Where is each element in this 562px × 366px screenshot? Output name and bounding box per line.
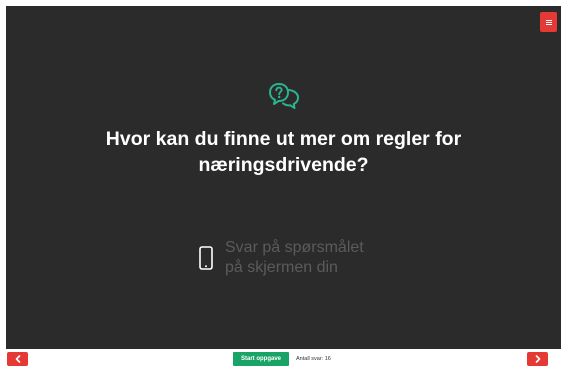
question-line-2: næringsdrivende? <box>198 154 369 176</box>
speech-bubbles-question-icon <box>6 82 561 110</box>
answer-hint-text: Svar på spørsmålet på skjermen din <box>225 238 364 278</box>
answer-hint-line-2: på skjermen din <box>225 259 338 276</box>
menu-button[interactable] <box>540 12 557 32</box>
start-task-button[interactable]: Start oppgave <box>233 352 289 366</box>
smartphone-icon <box>199 245 213 275</box>
question-line-1: Hvor kan du finne ut mer om regler for <box>105 128 462 150</box>
next-slide-button[interactable] <box>527 352 548 366</box>
answer-hint: Svar på spørsmålet på skjermen din <box>199 238 364 278</box>
previous-slide-button[interactable] <box>7 352 28 366</box>
chevron-left-icon <box>15 355 20 363</box>
hamburger-menu-icon <box>545 19 552 25</box>
presentation-slide: Hvor kan du finne ut mer om regler for n… <box>6 6 561 349</box>
bottom-toolbar: Start oppgave Antall svar: 16 <box>0 349 562 366</box>
answer-count: Antall svar: 16 <box>296 356 331 362</box>
chevron-right-icon <box>535 355 540 363</box>
answer-hint-line-1: Svar på spørsmålet <box>225 239 364 256</box>
question-text: Hvor kan du finne ut mer om regler for n… <box>26 126 541 178</box>
